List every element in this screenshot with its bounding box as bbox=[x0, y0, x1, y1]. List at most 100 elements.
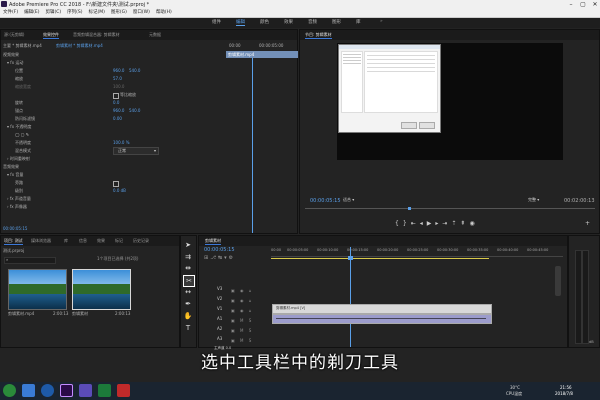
file-dialog-window[interactable] bbox=[338, 44, 441, 133]
track-toggle-icons[interactable]: ▣ ◉ ⌂ ▣ ◉ ⌂ ▣ ◉ ⌂ ▣ M S ▣ M S ▣ M S bbox=[231, 286, 267, 344]
timeline-playhead[interactable] bbox=[350, 247, 351, 347]
track-select-tool-icon[interactable]: ⇉ bbox=[183, 252, 193, 262]
anchor-y[interactable]: 540.0 bbox=[129, 108, 140, 114]
bypass-checkbox[interactable] bbox=[113, 181, 119, 187]
workspace-tab-color[interactable]: 颜色 bbox=[260, 19, 269, 25]
workspace-tab-effects[interactable]: 效果 bbox=[284, 19, 293, 25]
track-v3[interactable]: V3 bbox=[217, 286, 222, 291]
excel-taskbar-icon[interactable] bbox=[98, 384, 111, 397]
position-y[interactable]: 540.0 bbox=[129, 68, 140, 74]
position-x[interactable]: 960.0 bbox=[113, 68, 124, 74]
menu-edit[interactable]: 编辑(E) bbox=[21, 9, 42, 17]
menu-sequence[interactable]: 序列(S) bbox=[64, 9, 85, 17]
opacity-value[interactable]: 100.0 % bbox=[113, 140, 130, 146]
track-a2[interactable]: A2 bbox=[217, 326, 222, 331]
selection-tool-icon[interactable]: ➤ bbox=[183, 240, 193, 250]
fx-volume-label[interactable]: ▾ fx 音量 bbox=[7, 172, 23, 178]
tab-history[interactable]: 历史记录 bbox=[133, 238, 149, 244]
minimize-button[interactable]: – bbox=[565, 0, 577, 9]
fx-motion-label[interactable]: ▾ fx 运动 bbox=[7, 60, 23, 66]
menu-help[interactable]: 帮助(H) bbox=[153, 9, 175, 17]
blend-mode-dropdown[interactable]: 正常 ▾ bbox=[113, 147, 159, 155]
tab-sequence[interactable]: 剪辑素材 bbox=[205, 238, 221, 245]
tab-audio-clip-mixer[interactable]: 音频剪辑混合器: 剪辑素材 bbox=[73, 32, 120, 38]
hand-tool-icon[interactable]: ✋ bbox=[183, 311, 193, 321]
anchor-x[interactable]: 960.0 bbox=[113, 108, 124, 114]
audio-clip-a1[interactable] bbox=[272, 314, 492, 324]
project-search-input[interactable]: ⌕ bbox=[4, 257, 56, 264]
project-item-thumbnail-2[interactable] bbox=[72, 269, 131, 310]
track-v1[interactable]: V1 bbox=[217, 306, 222, 311]
timeline-vertical-scrollbar[interactable] bbox=[555, 266, 561, 296]
media-player-icon[interactable] bbox=[41, 384, 54, 397]
work-area-bar[interactable] bbox=[271, 258, 489, 259]
ec-playhead[interactable] bbox=[252, 58, 253, 233]
project-item-thumbnail-1[interactable] bbox=[8, 269, 67, 310]
video-clip-v1[interactable]: 剪辑素材.mp4 [V] bbox=[272, 304, 492, 314]
mask-shape-icons[interactable]: ◯ ▢ ✎ bbox=[15, 132, 29, 138]
scale-value[interactable]: 57.0 bbox=[113, 76, 122, 82]
menu-window[interactable]: 窗口(W) bbox=[130, 9, 153, 17]
uniform-scale-checkbox[interactable] bbox=[113, 93, 119, 99]
level-value[interactable]: 0.0 dB bbox=[113, 188, 126, 194]
go-to-in-icon[interactable]: ⇤ bbox=[411, 220, 420, 227]
workspace-tab-assembly[interactable]: 组件 bbox=[212, 19, 221, 25]
tab-effect-controls[interactable]: 效果控件 bbox=[43, 32, 59, 39]
program-fit-dropdown[interactable]: 适合 ▾ bbox=[343, 197, 363, 203]
panner-label[interactable]: › fx 声像器 bbox=[7, 204, 27, 210]
timeline-timecode[interactable]: 00:00:05:15 bbox=[204, 247, 235, 253]
workspace-tab-graphics[interactable]: 图形 bbox=[332, 19, 341, 25]
timeline-ruler[interactable]: 00:00 00:00:05:00 00:00:10:00 00:00:15:0… bbox=[271, 247, 563, 257]
timeline-playhead-handle[interactable] bbox=[348, 256, 353, 260]
pen-tool-icon[interactable]: ✒ bbox=[183, 299, 193, 309]
premiere-taskbar-icon[interactable] bbox=[60, 384, 73, 397]
taskbar-date[interactable]: 2018/7/8 bbox=[555, 391, 573, 396]
program-playhead[interactable] bbox=[408, 207, 411, 210]
explorer-icon[interactable] bbox=[22, 384, 35, 397]
timeline-toolbar-icons[interactable]: ⊞⎇↹▾⚙ bbox=[204, 255, 264, 261]
workspace-tab-libraries[interactable]: 库 bbox=[356, 19, 361, 25]
tab-program[interactable]: 节目: 剪辑素材 bbox=[305, 32, 332, 39]
workspace-tab-editing[interactable]: 编辑 bbox=[236, 19, 245, 26]
taskbar-clock[interactable]: 21:56 bbox=[560, 385, 572, 390]
tab-info[interactable]: 信息 bbox=[79, 238, 87, 244]
ec-clip-bar[interactable]: 剪辑素材.mp4 bbox=[226, 51, 298, 58]
tab-media-browser[interactable]: 媒体浏览器 bbox=[31, 238, 51, 244]
maximize-button[interactable]: ▢ bbox=[577, 0, 589, 9]
ec-current-time[interactable]: 00:00:05:15 bbox=[3, 226, 27, 232]
flicker-value[interactable]: 0.00 bbox=[113, 116, 122, 122]
menu-marker[interactable]: 标记(M) bbox=[86, 9, 108, 17]
tab-project[interactable]: 项目: 测试 bbox=[4, 238, 23, 245]
channel-volume-label[interactable]: › fx 声道音量 bbox=[7, 196, 31, 202]
workspace-tab-audio[interactable]: 音频 bbox=[308, 19, 317, 25]
track-a1[interactable]: A1 bbox=[217, 316, 222, 321]
sequence-path-label[interactable]: 剪辑素材 * 剪辑素材.mp4 bbox=[56, 43, 103, 49]
ripple-edit-tool-icon[interactable]: ⇹ bbox=[183, 263, 193, 273]
app-taskbar-icon[interactable] bbox=[79, 384, 92, 397]
menu-graphics[interactable]: 图形(G) bbox=[108, 9, 130, 17]
track-a3[interactable]: A3 bbox=[217, 336, 222, 341]
program-quality-dropdown[interactable]: 完整 ▾ bbox=[528, 197, 548, 203]
tab-markers[interactable]: 标记 bbox=[115, 238, 123, 244]
mark-out-icon[interactable]: } bbox=[403, 220, 411, 227]
type-tool-icon[interactable]: T bbox=[183, 323, 193, 333]
mark-in-icon[interactable]: { bbox=[395, 220, 403, 227]
file-dialog-open-button[interactable] bbox=[401, 122, 417, 129]
start-button-icon[interactable] bbox=[3, 384, 16, 397]
program-timecode[interactable]: 00:00:05:15 bbox=[310, 198, 341, 204]
track-v2[interactable]: V2 bbox=[217, 296, 222, 301]
export-frame-icon[interactable]: ◉ bbox=[469, 220, 478, 227]
tab-effects[interactable]: 效果 bbox=[97, 238, 105, 244]
time-remap-label[interactable]: › 时间重映射 bbox=[7, 156, 30, 162]
razor-tool-icon[interactable]: ✂ bbox=[183, 275, 195, 287]
file-dialog-cancel-button[interactable] bbox=[419, 122, 435, 129]
tab-source[interactable]: 源:(无剪辑) bbox=[4, 32, 24, 38]
menu-file[interactable]: 文件(F) bbox=[0, 9, 21, 17]
rotation-value[interactable]: 0.0 bbox=[113, 100, 119, 106]
program-scrub-bar[interactable] bbox=[305, 208, 595, 209]
slip-tool-icon[interactable]: ↔ bbox=[183, 287, 193, 297]
tab-metadata[interactable]: 元数据 bbox=[149, 32, 161, 38]
add-button-icon[interactable]: + bbox=[585, 220, 590, 227]
close-button[interactable]: ✕ bbox=[589, 0, 600, 9]
step-back-icon[interactable]: ◂ bbox=[420, 220, 427, 227]
